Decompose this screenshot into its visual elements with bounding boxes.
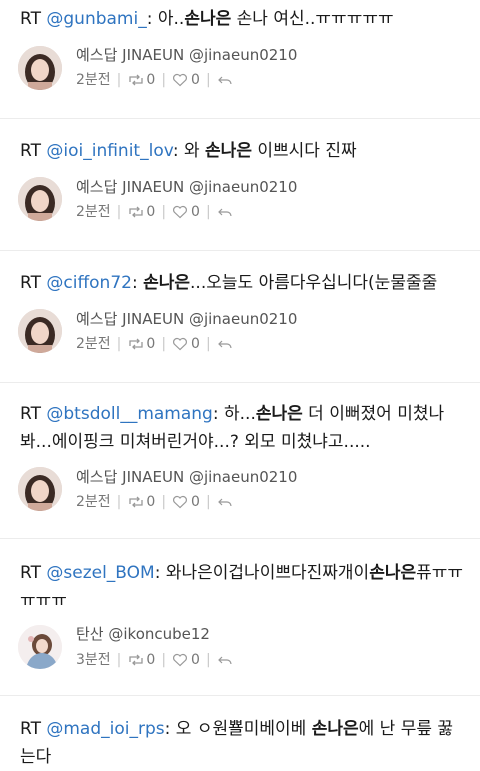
highlight-keyword: 손나은 — [311, 719, 359, 739]
rt-label: RT — [20, 404, 41, 424]
tweet-item[interactable]: RT @btsdoll__mamang: 하...손나은 더 이뻐졌어 미쳤나 … — [0, 383, 480, 538]
heart-icon[interactable] — [172, 653, 190, 667]
highlight-keyword: 손나은 — [143, 273, 191, 293]
tweet-actions: 2분전 | 0 | 0 | — [76, 70, 235, 90]
highlight-keyword: 손나은 — [205, 141, 252, 161]
divider: | — [205, 652, 211, 668]
highlight-keyword: 손나은 — [369, 563, 417, 583]
text-segment: 이쁘시다 진짜 — [251, 141, 357, 161]
text-segment: 와나은이겁나이쁘다진짜개이 — [160, 563, 370, 583]
tweet-item[interactable]: RT @gunbami_: 아..손나은 손나 여신..ㅠㅠㅠㅠㅠ 예스답 JI… — [0, 0, 480, 118]
rt-label: RT — [20, 9, 41, 29]
retweet-icon[interactable] — [127, 653, 145, 667]
divider: | — [205, 204, 211, 220]
tweet-text: RT @gunbami_: 아..손나은 손나 여신..ㅠㅠㅠㅠㅠ — [20, 5, 468, 33]
divider: | — [116, 652, 122, 668]
mention-link[interactable]: @ioi_infinit_lov — [46, 141, 172, 161]
reply-icon[interactable] — [217, 653, 235, 667]
divider: | — [161, 204, 167, 220]
timestamp: 2분전 — [76, 494, 111, 510]
rt-label: RT — [20, 273, 41, 293]
heart-icon[interactable] — [172, 73, 190, 87]
like-count: 0 — [191, 336, 200, 352]
divider: | — [116, 72, 122, 88]
user-name[interactable]: 예스답 JINAEUN @jinaeun0210 — [76, 177, 297, 197]
avatar[interactable] — [18, 625, 62, 669]
like-count: 0 — [191, 72, 200, 88]
tweet-text: RT @sezel_BOM: 와나은이겁나이쁘다진짜개이손나은퓨ㅠㅠㅠㅠㅠ — [20, 559, 468, 615]
timestamp: 2분전 — [76, 204, 111, 220]
user-name[interactable]: 예스답 JINAEUN @jinaeun0210 — [76, 309, 297, 329]
text-segment: 와 — [178, 141, 206, 161]
heart-icon[interactable] — [172, 205, 190, 219]
divider: | — [116, 494, 122, 510]
divider: | — [161, 72, 167, 88]
divider: | — [205, 494, 211, 510]
rt-label: RT — [20, 563, 41, 583]
mention-link[interactable]: @gunbami_ — [46, 9, 146, 29]
highlight-keyword: 손나은 — [184, 9, 232, 29]
text-segment: 아.. — [152, 9, 185, 29]
mention-link[interactable]: @ciffon72 — [46, 273, 132, 293]
tweet-item[interactable]: RT @ioi_infinit_lov: 와 손나은 이쁘시다 진짜 예스답 J… — [0, 119, 480, 250]
retweet-icon[interactable] — [127, 495, 145, 509]
tweet-item[interactable]: RT @mad_ioi_rps: 오 ㅇ원뾸미베이베 손나은에 난 무릎 꿇는다 — [0, 696, 480, 771]
divider: | — [161, 652, 167, 668]
retweet-count: 0 — [146, 72, 156, 88]
rt-label: RT — [20, 141, 41, 161]
avatar[interactable] — [18, 467, 62, 511]
reply-icon[interactable] — [217, 495, 235, 509]
like-count: 0 — [191, 204, 200, 220]
colon: : — [131, 273, 138, 293]
heart-icon[interactable] — [172, 337, 190, 351]
avatar[interactable] — [18, 46, 62, 90]
mention-link[interactable]: @sezel_BOM — [46, 563, 154, 583]
tweet-actions: 2분전 | 0 | 0 | — [76, 202, 235, 222]
text-segment: ...오늘도 아름다우십니다(눈물줄줄 — [190, 273, 438, 293]
retweet-icon[interactable] — [127, 73, 145, 87]
divider: | — [205, 336, 211, 352]
divider: | — [116, 204, 122, 220]
user-name[interactable]: 예스답 JINAEUN @jinaeun0210 — [76, 45, 297, 65]
text-segment: 오 ㅇ원뾸미베이베 — [170, 719, 312, 739]
retweet-count: 0 — [146, 336, 156, 352]
reply-icon[interactable] — [217, 205, 235, 219]
reply-icon[interactable] — [217, 337, 235, 351]
like-count: 0 — [191, 652, 200, 668]
avatar[interactable] — [18, 177, 62, 221]
divider: | — [161, 494, 167, 510]
timestamp: 2분전 — [76, 72, 111, 88]
tweet-text: RT @ciffon72: 손나은...오늘도 아름다우십니다(눈물줄줄 — [20, 269, 468, 297]
tweet-actions: 2분전 | 0 | 0 | — [76, 334, 235, 354]
rt-label: RT — [20, 719, 41, 739]
retweet-count: 0 — [146, 494, 156, 510]
timestamp: 2분전 — [76, 336, 111, 352]
retweet-count: 0 — [146, 204, 156, 220]
mention-link[interactable]: @mad_ioi_rps — [46, 719, 164, 739]
tweet-text: RT @ioi_infinit_lov: 와 손나은 이쁘시다 진짜 — [20, 137, 468, 165]
user-name[interactable]: 탄산 @ikoncube12 — [76, 624, 210, 644]
tweet-actions: 3분전 | 0 | 0 | — [76, 650, 235, 670]
divider: | — [161, 336, 167, 352]
like-count: 0 — [191, 494, 200, 510]
retweet-count: 0 — [146, 652, 156, 668]
user-name[interactable]: 예스답 JINAEUN @jinaeun0210 — [76, 467, 297, 487]
heart-icon[interactable] — [172, 495, 190, 509]
tweet-actions: 2분전 | 0 | 0 | — [76, 492, 235, 512]
text-segment: 하... — [218, 404, 256, 424]
avatar[interactable] — [18, 309, 62, 353]
retweet-icon[interactable] — [127, 205, 145, 219]
tweet-text: RT @mad_ioi_rps: 오 ㅇ원뾸미베이베 손나은에 난 무릎 꿇는다 — [20, 715, 468, 771]
tweet-item[interactable]: RT @sezel_BOM: 와나은이겁나이쁘다진짜개이손나은퓨ㅠㅠㅠㅠㅠ 탄산… — [0, 539, 480, 695]
tweet-text: RT @btsdoll__mamang: 하...손나은 더 이뻐졌어 미쳤나 … — [20, 400, 468, 456]
mention-link[interactable]: @btsdoll__mamang — [46, 404, 212, 424]
highlight-keyword: 손나은 — [255, 404, 303, 424]
retweet-icon[interactable] — [127, 337, 145, 351]
timestamp: 3분전 — [76, 652, 111, 668]
divider: | — [116, 336, 122, 352]
text-segment: 손나 여신..ㅠㅠㅠㅠㅠ — [231, 9, 394, 29]
reply-icon[interactable] — [217, 73, 235, 87]
tweet-item[interactable]: RT @ciffon72: 손나은...오늘도 아름다우십니다(눈물줄줄 예스답… — [0, 251, 480, 382]
divider: | — [205, 72, 211, 88]
